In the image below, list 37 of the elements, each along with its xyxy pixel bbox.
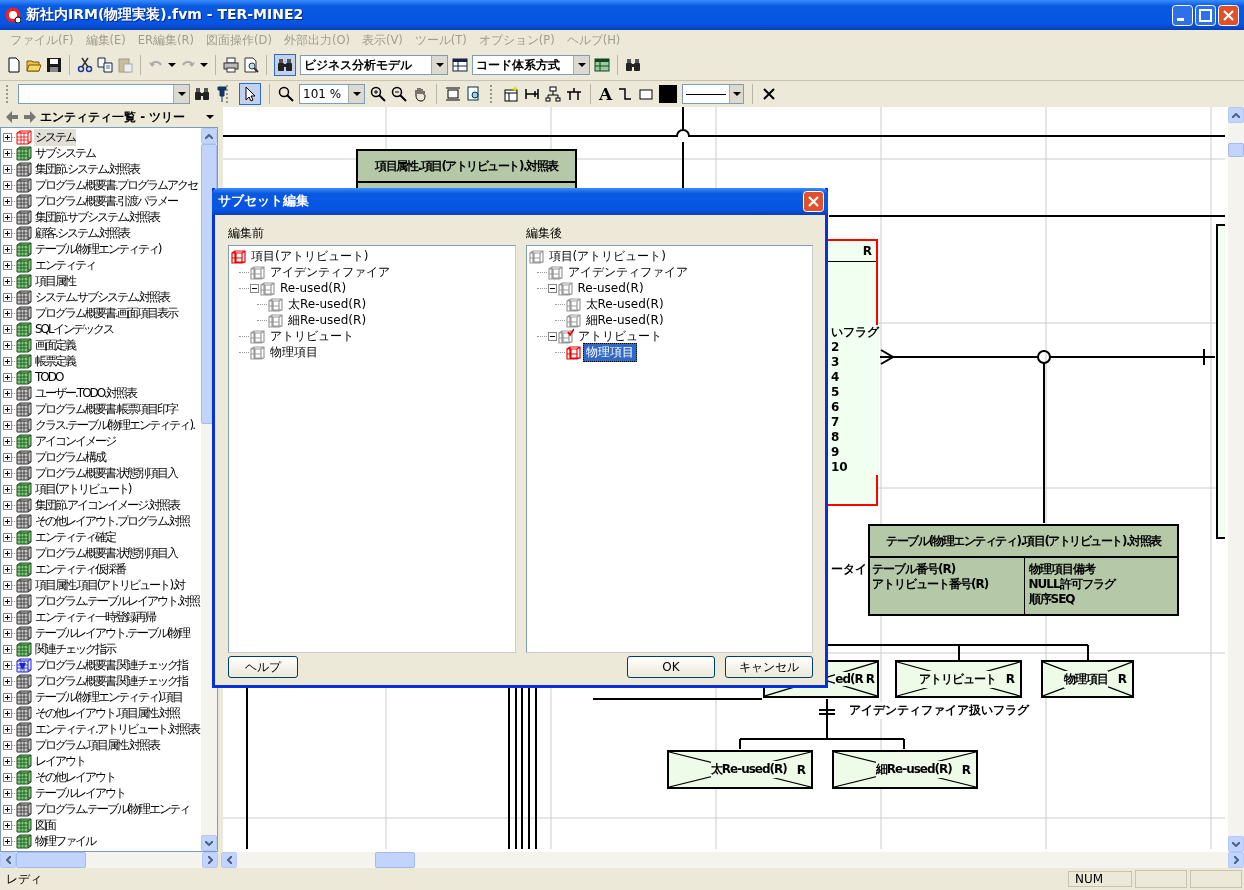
attribute-name: 順序SEQ bbox=[1028, 592, 1076, 607]
relationship-label: アイデンティファイア扱いフラグ bbox=[849, 702, 1029, 719]
attribute-name: NULL許可フラグ bbox=[1028, 577, 1117, 592]
subtype-name: 太Re-used(R) bbox=[710, 761, 787, 778]
attribute-name: 3 bbox=[831, 355, 841, 370]
attribute-name: いフラグ bbox=[831, 325, 879, 340]
attribute-name: 7 bbox=[831, 415, 841, 430]
pane-label: 編集前 bbox=[228, 225, 265, 242]
attribute-name: 2 bbox=[831, 340, 841, 355]
attribute-name: 6 bbox=[831, 400, 841, 415]
reuse-mark-label: R bbox=[1117, 672, 1126, 686]
attribute-name: 9 bbox=[831, 445, 841, 460]
reuse-mark-label: R bbox=[1005, 672, 1014, 686]
entity-title: テーブル(物理エンティティ).項目(アトリビュート).対照表 bbox=[886, 533, 1161, 549]
reuse-mark-label: R bbox=[862, 244, 872, 258]
reuse-mark-label: R bbox=[796, 762, 805, 777]
subtype-name: ed(R bbox=[835, 672, 863, 686]
attribute-name: 5 bbox=[831, 385, 841, 400]
reuse-mark-label: R bbox=[865, 672, 874, 686]
window-title: 新社内IRM(物理実装).fvm - TER-MINE2 bbox=[26, 6, 305, 24]
attribute-name: 8 bbox=[831, 430, 841, 445]
panel-title: エンティティ一覧 - ツリー bbox=[40, 108, 187, 126]
attribute-name: 10 bbox=[831, 460, 849, 475]
num-lock-indicator: NUM bbox=[1068, 871, 1132, 887]
subtype-name: 物理項目 bbox=[1063, 670, 1108, 688]
entity-title: 項目属性.項目(アトリビュート).対照表 bbox=[375, 158, 558, 174]
relationship-label: ータイ bbox=[831, 561, 867, 578]
subtype-name: アトリビュート bbox=[918, 670, 996, 688]
reuse-mark-label: R bbox=[961, 762, 970, 777]
key-attribute: アトリビュート番号(R) bbox=[872, 577, 990, 592]
pane-label: 編集後 bbox=[525, 225, 563, 242]
subtype-name: 細Re-used(R) bbox=[875, 761, 952, 778]
attribute-name: 4 bbox=[831, 370, 841, 385]
attribute-name: 物理項目備考 bbox=[1028, 562, 1096, 577]
status-text: レディ bbox=[5, 870, 43, 888]
key-attribute: テーブル番号(R) bbox=[872, 562, 957, 577]
dialog-title: サブセット編集 bbox=[218, 193, 310, 210]
